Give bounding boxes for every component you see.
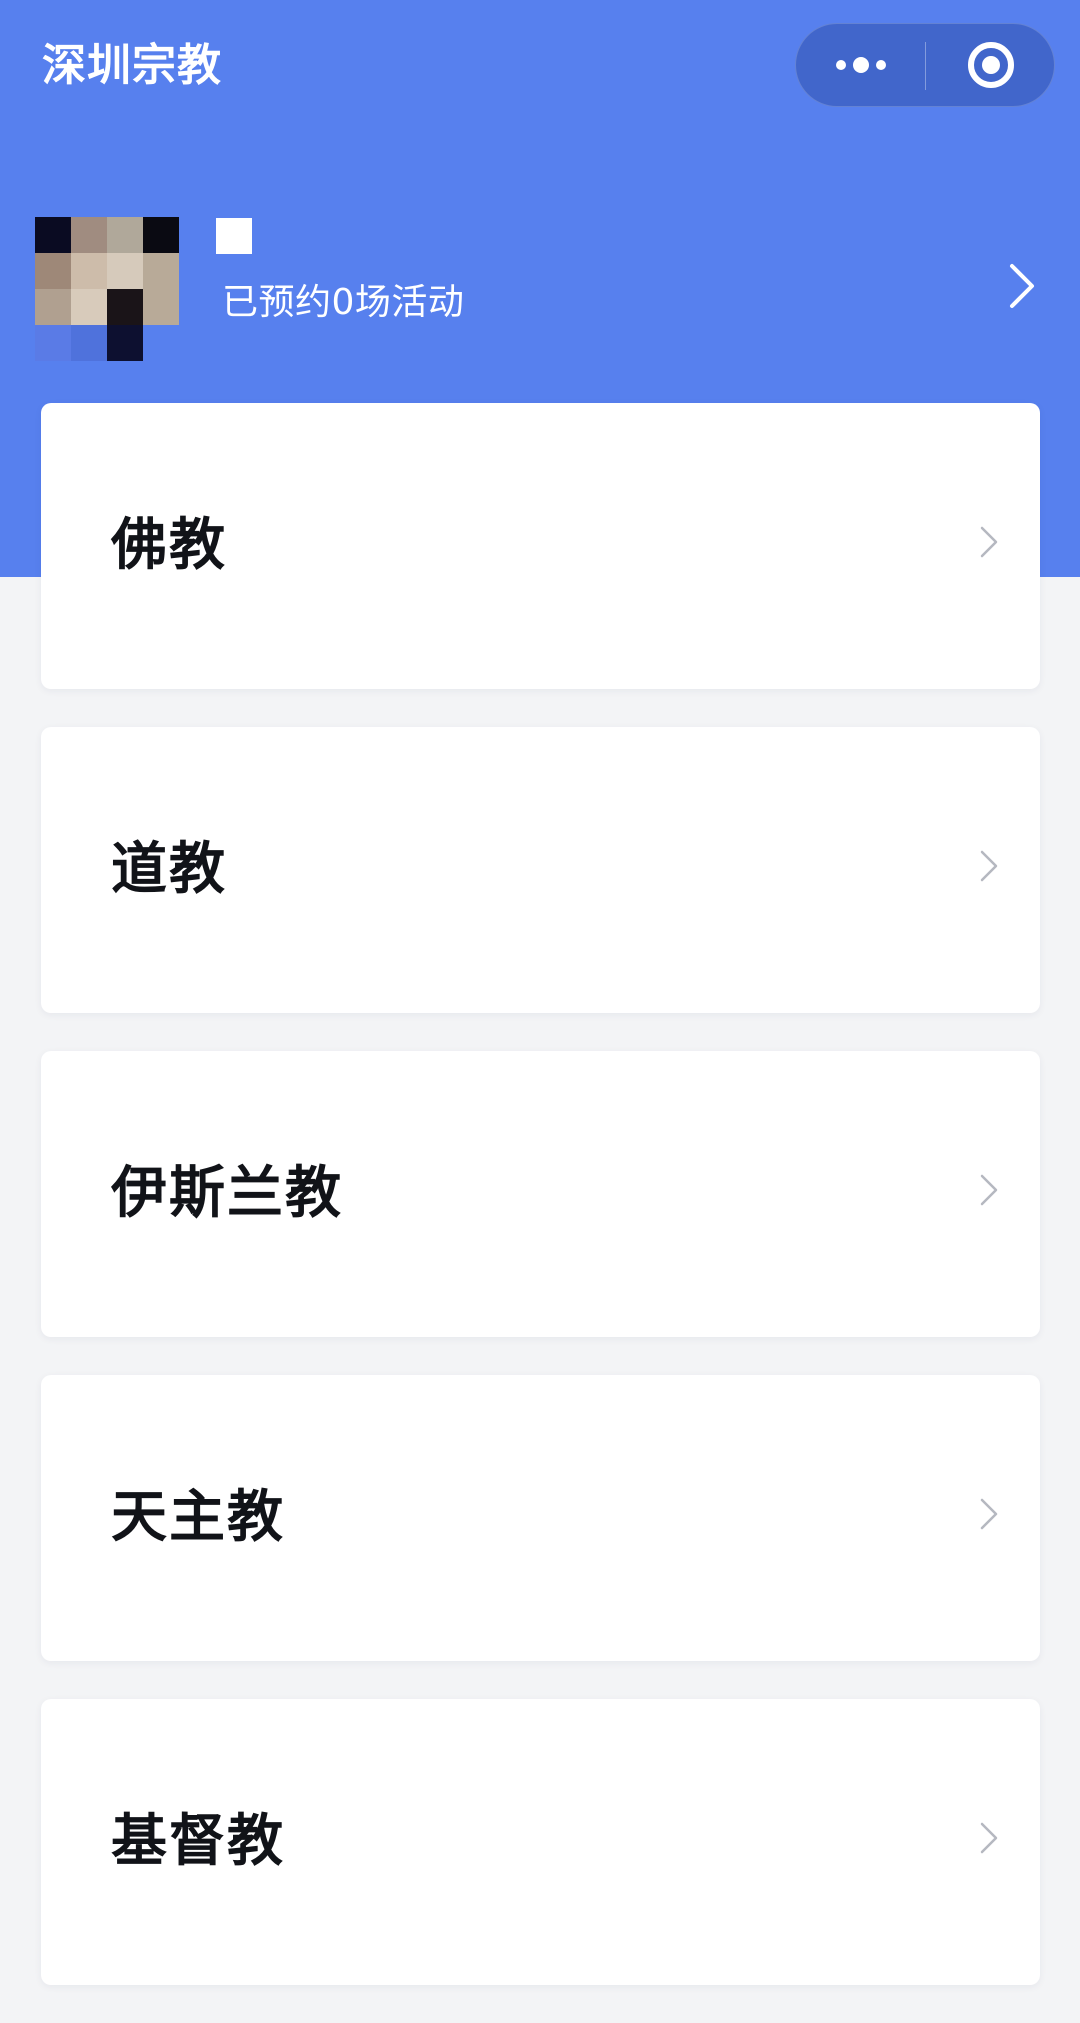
chevron-right-icon bbox=[980, 1498, 998, 1530]
target-close-icon bbox=[967, 42, 1014, 88]
religion-list: 佛教 道教 伊斯兰教 天主教 基督教 bbox=[41, 403, 1040, 2023]
close-button[interactable] bbox=[926, 24, 1055, 106]
avatar[interactable] bbox=[35, 217, 179, 361]
list-item-label: 天主教 bbox=[111, 1485, 285, 1550]
booking-count: 已预约0场活动 bbox=[222, 282, 465, 323]
more-button[interactable] bbox=[796, 24, 925, 106]
more-dots-icon bbox=[835, 57, 886, 73]
list-item-buddhism[interactable]: 佛教 bbox=[41, 403, 1040, 689]
mini-program-capsule bbox=[795, 23, 1055, 107]
list-item-islam[interactable]: 伊斯兰教 bbox=[41, 1051, 1040, 1337]
username-placeholder bbox=[216, 218, 252, 254]
page-title: 深圳宗教 bbox=[42, 40, 222, 91]
chevron-right-icon bbox=[980, 1174, 998, 1206]
chevron-right-icon bbox=[1010, 264, 1034, 308]
list-item-label: 基督教 bbox=[111, 1809, 285, 1874]
user-profile-row[interactable]: 已预约0场活动 bbox=[0, 190, 1080, 380]
chevron-right-icon bbox=[980, 850, 998, 882]
chevron-right-icon bbox=[980, 1822, 998, 1854]
list-item-christianity[interactable]: 基督教 bbox=[41, 1699, 1040, 1985]
list-item-label: 道教 bbox=[111, 837, 227, 902]
chevron-right-icon bbox=[980, 526, 998, 558]
list-item-label: 佛教 bbox=[111, 513, 227, 578]
list-item-catholicism[interactable]: 天主教 bbox=[41, 1375, 1040, 1661]
list-item-label: 伊斯兰教 bbox=[111, 1161, 343, 1226]
list-item-taoism[interactable]: 道教 bbox=[41, 727, 1040, 1013]
